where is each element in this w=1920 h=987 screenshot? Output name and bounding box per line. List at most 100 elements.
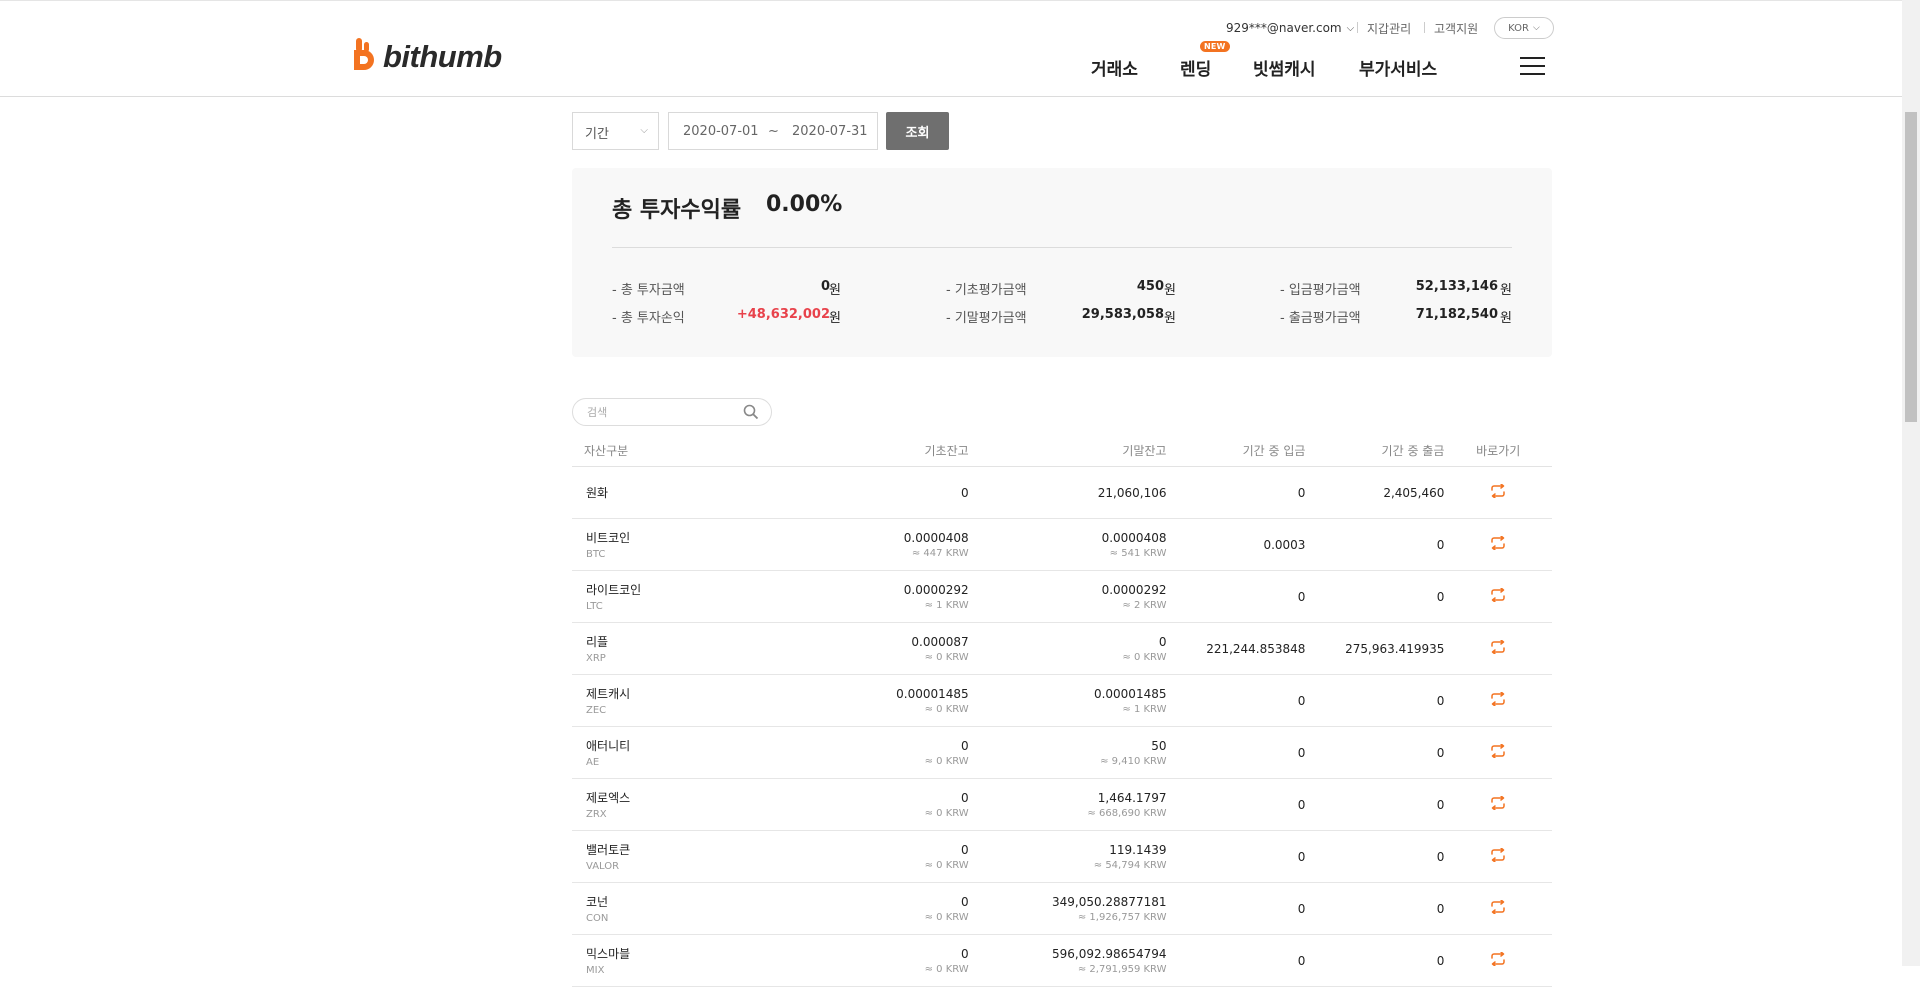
exchange-arrows-icon[interactable] xyxy=(1490,743,1506,759)
col-period-withdraw: 기간 중 출금 xyxy=(1305,434,1445,467)
asset-symbol: LTC xyxy=(586,601,603,612)
util-divider xyxy=(1357,22,1358,33)
asset-name: 원화 xyxy=(586,486,609,500)
end-balance: 596,092.98654794 xyxy=(1051,946,1167,961)
col-shortcut: 바로가기 xyxy=(1444,434,1552,467)
withdraw-cell: 0 xyxy=(1305,674,1445,727)
deposit-cell: 0 xyxy=(1166,570,1306,623)
begin-krw: ≈ 0 KRW xyxy=(924,911,969,923)
table-header-row: 자산구분 기초잔고 기말잔고 기간 중 입금 기간 중 출금 바로가기 xyxy=(572,434,1552,467)
exchange-arrows-icon[interactable] xyxy=(1490,899,1506,915)
end-balance: 50 xyxy=(1151,738,1167,753)
table-row: 비트코인 BTC 0.0000408 ≈ 447 KRW 0.0000408 ≈ 541 … xyxy=(572,518,1552,571)
end-cell: 349,050.28877181 ≈ 1,926,757 KRW xyxy=(968,882,1167,935)
deposit-cell: 0 xyxy=(1166,726,1306,779)
period-select[interactable]: 기간 ⌵ xyxy=(572,112,659,150)
begin-krw: ≈ 0 KRW xyxy=(924,755,969,767)
exchange-arrows-icon[interactable] xyxy=(1490,483,1506,499)
end-krw: ≈ 541 KRW xyxy=(1109,547,1167,559)
end-balance: 1,464.1797 xyxy=(1097,790,1167,805)
search-placeholder: 검색 xyxy=(587,406,608,419)
begin-balance: 0 xyxy=(961,946,969,961)
begin-krw: ≈ 0 KRW xyxy=(924,703,969,715)
withdraw-cell: 0 xyxy=(1305,778,1445,831)
asset-cell: 원화 xyxy=(572,466,772,519)
exchange-arrows-icon[interactable] xyxy=(1490,795,1506,811)
shortcut-cell xyxy=(1444,622,1552,675)
table-row: 제로엑스 ZRX 0 ≈ 0 KRW 1,464.1797 ≈ 668,690 KRW 0 0 xyxy=(572,778,1552,831)
chevron-down-icon: ⌵ xyxy=(640,125,648,136)
shortcut-cell xyxy=(1444,726,1552,779)
asset-name: 제트캐시 xyxy=(586,687,631,701)
begin-cell: 0.0000292 ≈ 1 KRW xyxy=(771,570,969,623)
end-cell: 0.0000408 ≈ 541 KRW xyxy=(968,518,1167,571)
date-range-picker[interactable]: 2020-07-01 ~ 2020-07-31 xyxy=(668,112,878,150)
exchange-arrows-icon[interactable] xyxy=(1490,587,1506,603)
asset-table-body: 원화 0 21,060,106 0 2,405,460 비트코인 BTC 0.0000408 ≈… xyxy=(572,466,1552,987)
col-end-balance: 기말잔고 xyxy=(968,434,1167,467)
summary-value-end-eval: 29,583,058 xyxy=(1081,307,1164,322)
nav-lending[interactable]: 렌딩 xyxy=(1180,55,1211,80)
query-button[interactable]: 조회 xyxy=(886,112,949,150)
deposit-cell: 0 xyxy=(1166,778,1306,831)
begin-cell: 0.0000408 ≈ 447 KRW xyxy=(771,518,969,571)
table-row: 리플 XRP 0.000087 ≈ 0 KRW 0 ≈ 0 KRW 221,244.8538… xyxy=(572,622,1552,675)
asset-symbol: AE xyxy=(586,757,600,768)
asset-symbol: CON xyxy=(586,913,609,924)
nav-exchange[interactable]: 거래소 xyxy=(1091,55,1138,80)
language-label: KOR xyxy=(1508,22,1529,34)
asset-cell: 코넌 CON xyxy=(572,882,772,935)
support-link[interactable]: 고객지원 xyxy=(1434,18,1478,38)
deposit-cell: 0 xyxy=(1166,466,1306,519)
language-select[interactable]: KOR ⌵ xyxy=(1494,17,1554,39)
asset-symbol: VALOR xyxy=(586,861,620,872)
nav-addon-services[interactable]: 부가서비스 xyxy=(1359,55,1437,80)
asset-cell: 리플 XRP xyxy=(572,622,772,675)
search-icon[interactable] xyxy=(743,404,759,420)
scrollbar-thumb[interactable] xyxy=(1905,112,1917,422)
summary-unit: 원 xyxy=(1164,311,1176,326)
exchange-arrows-icon[interactable] xyxy=(1490,639,1506,655)
begin-balance: 0 xyxy=(961,485,969,500)
summary-unit: 원 xyxy=(1500,283,1512,298)
begin-balance: 0.0000408 xyxy=(903,530,969,545)
bithumb-logo[interactable]: bithumb xyxy=(351,38,502,76)
new-badge: NEW xyxy=(1200,41,1230,52)
exchange-arrows-icon[interactable] xyxy=(1490,951,1506,967)
col-asset: 자산구분 xyxy=(572,434,772,467)
begin-krw: ≈ 0 KRW xyxy=(924,963,969,975)
deposit-cell: 0 xyxy=(1166,674,1306,727)
table-row: 제트캐시 ZEC 0.00001485 ≈ 0 KRW 0.00001485 ≈ 1 KR… xyxy=(572,674,1552,727)
end-cell: 0.00001485 ≈ 1 KRW xyxy=(968,674,1167,727)
table-row: 라이트코인 LTC 0.0000292 ≈ 1 KRW 0.0000292 ≈ 2 KRW… xyxy=(572,570,1552,623)
asset-cell: 비트코인 BTC xyxy=(572,518,772,571)
withdraw-cell: 0 xyxy=(1305,570,1445,623)
table-row: 밸러토큰 VALOR 0 ≈ 0 KRW 119.1439 ≈ 54,794 KRW 0 0 xyxy=(572,830,1552,883)
exchange-arrows-icon[interactable] xyxy=(1490,691,1506,707)
end-cell: 119.1439 ≈ 54,794 KRW xyxy=(968,830,1167,883)
begin-krw: ≈ 447 KRW xyxy=(911,547,969,559)
chevron-down-icon: ⌵ xyxy=(1346,22,1355,34)
summary-divider xyxy=(612,247,1512,248)
end-balance: 0.00001485 xyxy=(1093,686,1167,701)
date-start-input[interactable]: 2020-07-01 xyxy=(683,124,759,139)
asset-name: 비트코인 xyxy=(586,531,631,545)
summary-label-begin-eval: - 기초평가금액 xyxy=(946,283,1027,298)
end-krw: ≈ 54,794 KRW xyxy=(1093,859,1167,871)
nav-bithumb-cash[interactable]: 빗썸캐시 xyxy=(1253,55,1316,80)
begin-balance: 0 xyxy=(961,894,969,909)
withdraw-cell: 275,963.419935 xyxy=(1305,622,1445,675)
deposit-cell: 221,244.853848 xyxy=(1166,622,1306,675)
hamburger-menu-icon[interactable] xyxy=(1520,57,1545,75)
user-menu[interactable]: 929***@naver.com ⌵ xyxy=(1226,18,1354,38)
exchange-arrows-icon[interactable] xyxy=(1490,535,1506,551)
date-end-input[interactable]: 2020-07-31 xyxy=(792,124,868,139)
chevron-down-icon: ⌵ xyxy=(1533,23,1540,33)
exchange-arrows-icon[interactable] xyxy=(1490,847,1506,863)
asset-search-input[interactable]: 검색 xyxy=(572,398,772,426)
begin-cell: 0 ≈ 0 KRW xyxy=(771,882,969,935)
shortcut-cell xyxy=(1444,518,1552,571)
asset-symbol: ZRX xyxy=(586,809,607,820)
wallet-link[interactable]: 지갑관리 xyxy=(1367,18,1411,38)
logo-text: bithumb xyxy=(383,39,502,74)
